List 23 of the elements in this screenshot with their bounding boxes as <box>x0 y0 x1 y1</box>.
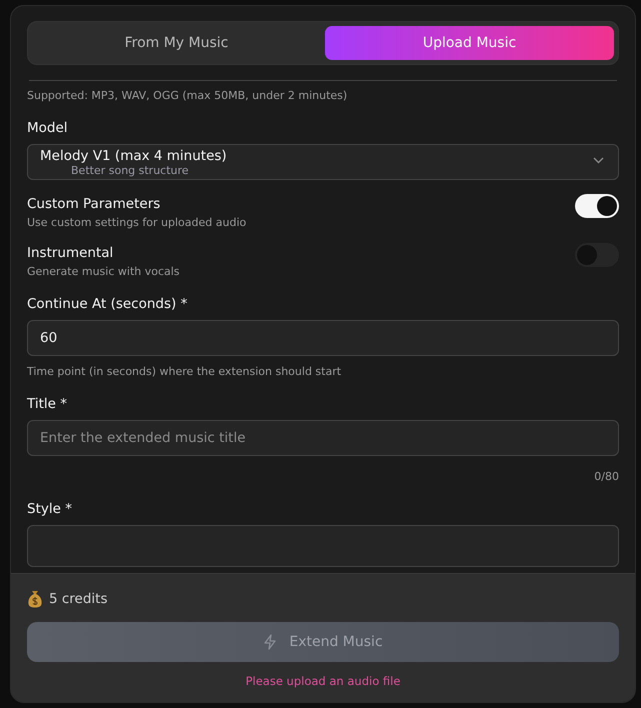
credits-count: 5 credits <box>49 591 108 607</box>
character-counter: 0/80 <box>593 470 619 483</box>
setting-title: Instrumental <box>27 245 114 261</box>
field-label: Style * <box>27 501 73 517</box>
title-field[interactable]: Enter the extended music title <box>27 420 619 456</box>
tab[interactable]: From My Music <box>32 26 321 60</box>
lightning-icon <box>263 634 278 650</box>
field-label: Model <box>27 120 69 136</box>
setting-description: Use custom settings for uploaded audio <box>27 216 246 229</box>
error-message: Please upload an audio file <box>244 674 402 688</box>
field-label: Continue At (seconds) * <box>27 296 188 312</box>
model-select[interactable]: Melody V1 (max 4 minutes) Better song structure <box>27 144 619 180</box>
supported-formats-note: Supported: MP3, WAV, OGG (max 50MB, under 2 minutes) <box>27 89 348 102</box>
setting-title: Custom Parameters <box>27 196 162 212</box>
chevron-down-icon <box>593 157 604 164</box>
input-field[interactable]: 60 <box>27 320 619 356</box>
money-bag-icon <box>27 590 43 608</box>
field-hint: Time point (in seconds) where the extension should start <box>27 365 342 378</box>
tab[interactable]: Upload Music <box>325 26 614 60</box>
field-label: Title * <box>27 396 68 412</box>
setting-description: Generate music with vocals <box>27 265 180 278</box>
style-field[interactable] <box>27 525 619 567</box>
toggle-switch[interactable] <box>575 194 619 218</box>
